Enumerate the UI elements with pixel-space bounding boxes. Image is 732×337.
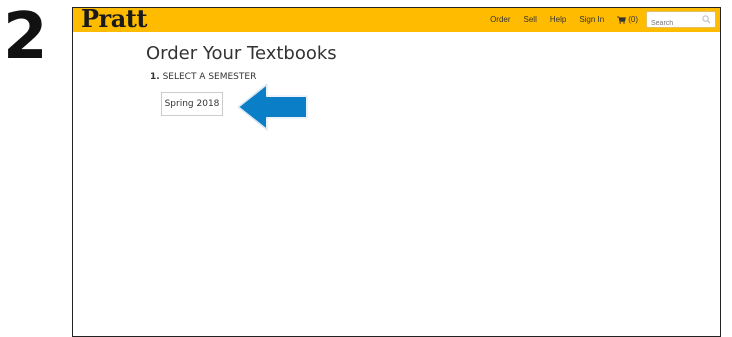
cart-icon [617,16,627,24]
semester-option-button[interactable]: Spring 2018 [161,92,223,116]
nav-order-link[interactable]: Order [490,15,510,24]
header-nav: Order Sell Help Sign In (0) [490,11,716,31]
cart-link[interactable]: (0) [617,15,638,24]
nav-help-link[interactable]: Help [550,15,566,24]
pratt-logo[interactable]: Pratt [81,8,147,33]
nav-sign-in-link[interactable]: Sign In [579,15,604,24]
search-box [646,11,716,31]
browser-frame: Pratt Order Sell Help Sign In (0) Search… [72,7,721,337]
step-number: 2 [3,0,48,74]
nav-sell-link[interactable]: Sell [524,15,537,24]
page-title: Order Your Textbooks [146,43,337,64]
left-arrow-icon [237,83,308,131]
search-input[interactable] [647,16,703,31]
step-label-number: 1. [150,72,160,82]
cart-count: (0) [628,15,638,24]
search-icon[interactable] [702,15,711,24]
header-bar: Pratt Order Sell Help Sign In (0) [73,8,720,33]
